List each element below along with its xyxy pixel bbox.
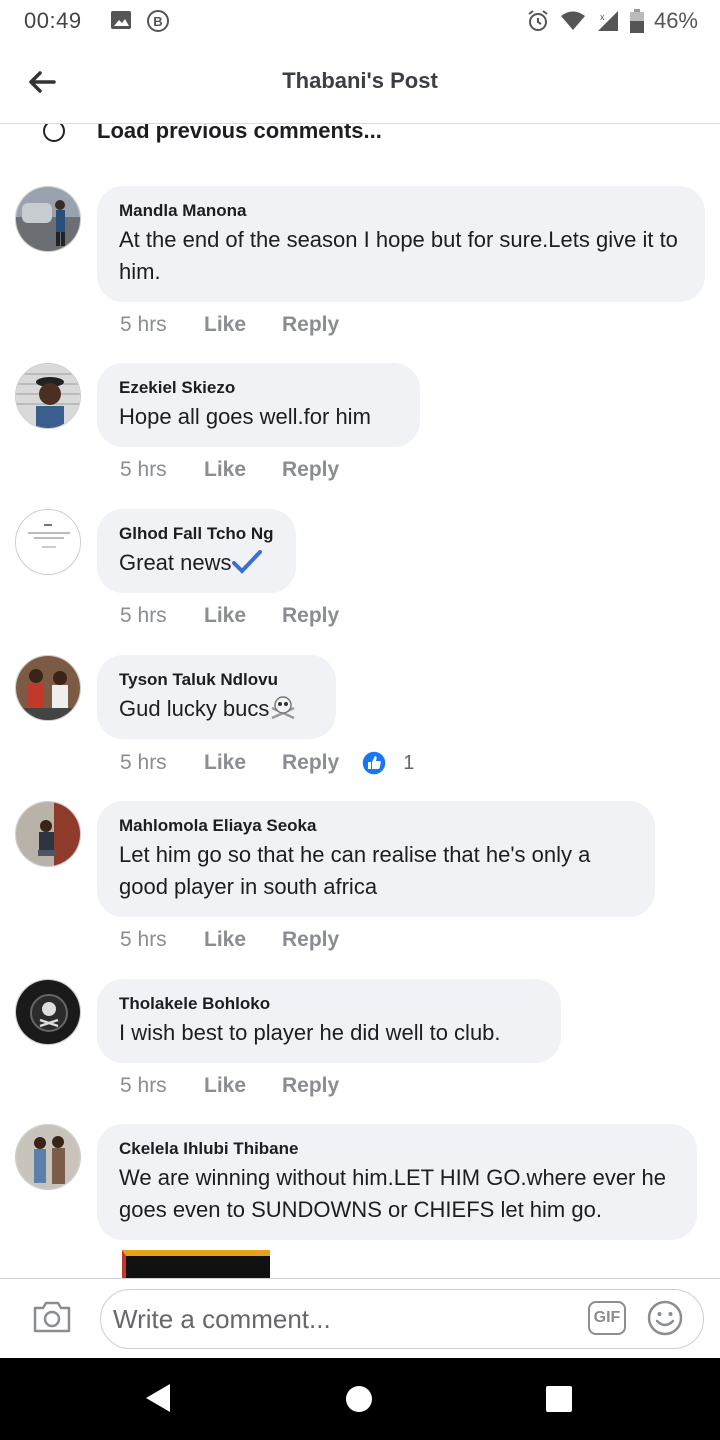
reaction-count: 1 — [403, 751, 415, 774]
comment-author[interactable]: Ckelela Ihlubi Thibane — [119, 1138, 675, 1160]
gif-button[interactable]: GIF — [588, 1301, 626, 1335]
comment-author[interactable]: Glhod Fall Tcho Ng — [119, 523, 274, 545]
battery-percent: 46% — [653, 8, 698, 33]
comment-text: Gud lucky bucs — [119, 693, 314, 725]
alarm-icon — [528, 10, 548, 31]
comment-time: 5 hrs — [120, 1074, 167, 1097]
comment-author[interactable]: Tyson Taluk Ndlovu — [119, 669, 314, 691]
image-icon — [111, 11, 131, 29]
comment-image-attachment[interactable] — [122, 1250, 270, 1278]
comment-actions: 5 hrs Like Reply — [120, 1074, 339, 1098]
avatar[interactable] — [15, 1124, 81, 1190]
avatar-photo-icon — [16, 802, 80, 866]
like-button[interactable]: Like — [204, 1074, 282, 1098]
b-badge-icon: B — [147, 10, 169, 32]
camera-icon — [33, 1301, 71, 1333]
app-bar: Thabani's Post — [0, 44, 720, 124]
avatar[interactable] — [15, 979, 81, 1045]
comment-actions: 5 hrs Like Reply — [120, 928, 339, 952]
comment-text: At the end of the season I hope but for … — [119, 227, 678, 284]
status-time: 00:49 — [24, 8, 82, 33]
status-right: x 46% — [526, 8, 698, 34]
reply-button[interactable]: Reply — [282, 313, 339, 337]
comment-author[interactable]: Ezekiel Skiezo — [119, 377, 398, 399]
comment-composer: GIF — [0, 1278, 720, 1358]
like-button[interactable]: Like — [204, 751, 282, 775]
loading-circle-icon — [43, 124, 65, 142]
comment-time: 5 hrs — [120, 751, 167, 774]
smiley-icon — [647, 1300, 683, 1336]
avatar-photo-icon — [16, 510, 80, 574]
avatar-photo-icon — [16, 656, 80, 720]
comment-time: 5 hrs — [120, 928, 167, 951]
comment-time: 5 hrs — [120, 458, 167, 481]
comment-time: 5 hrs — [120, 313, 167, 336]
skull-crossbones-icon — [271, 696, 295, 720]
nav-home-icon[interactable] — [346, 1386, 372, 1412]
comment-time: 5 hrs — [120, 604, 167, 627]
comment-author[interactable]: Mahlomola Eliaya Seoka — [119, 815, 633, 837]
nav-back-icon[interactable] — [144, 1382, 172, 1414]
reply-button[interactable]: Reply — [282, 928, 339, 952]
wifi-icon — [560, 11, 585, 30]
emoji-button[interactable] — [646, 1299, 684, 1337]
comment-text-content: Great news — [119, 550, 232, 575]
comment-actions: 5 hrs Like Reply — [120, 458, 339, 482]
comment-bubble[interactable]: Ckelela Ihlubi Thibane We are winning wi… — [97, 1124, 697, 1240]
avatar-photo-icon — [16, 187, 80, 251]
like-reaction-icon — [361, 750, 387, 776]
avatar-photo-icon — [16, 980, 80, 1044]
avatar[interactable] — [15, 509, 81, 575]
nav-recents-icon[interactable] — [546, 1386, 572, 1412]
load-previous-label: Load previous comments... — [97, 124, 382, 143]
system-nav-bar — [0, 1358, 720, 1440]
load-previous-comments[interactable]: Load previous comments... — [0, 124, 720, 148]
comment-text: Hope all goes well.for him — [119, 404, 371, 429]
like-button[interactable]: Like — [204, 458, 282, 482]
like-button[interactable]: Like — [204, 604, 282, 628]
avatar[interactable] — [15, 363, 81, 429]
avatar[interactable] — [15, 801, 81, 867]
comment-text: Great news — [119, 547, 274, 579]
comment-text-content: Gud lucky bucs — [119, 696, 270, 721]
comment-bubble[interactable]: Glhod Fall Tcho Ng Great news — [97, 509, 296, 593]
battery-icon — [629, 9, 644, 33]
comment-text: I wish best to player he did well to clu… — [119, 1020, 501, 1045]
comment-actions: 5 hrs Like Reply — [120, 604, 339, 628]
comment-bubble[interactable]: Mandla Manona At the end of the season I… — [97, 186, 705, 302]
reply-button[interactable]: Reply — [282, 751, 339, 775]
avatar-photo-icon — [16, 1125, 80, 1189]
checkmark-icon — [231, 550, 262, 574]
signal-icon: x — [597, 11, 618, 31]
avatar-photo-icon — [16, 364, 80, 428]
comment-text: We are winning without him.LET HIM GO.wh… — [119, 1165, 666, 1222]
comment-bubble[interactable]: Ezekiel Skiezo Hope all goes well.for hi… — [97, 363, 420, 447]
comment-bubble[interactable]: Tholakele Bohloko I wish best to player … — [97, 979, 561, 1063]
avatar[interactable] — [15, 655, 81, 721]
comment-actions: 5 hrs Like Reply 1 — [120, 750, 414, 776]
avatar[interactable] — [15, 186, 81, 252]
comment-text: Let him go so that he can realise that h… — [119, 842, 591, 899]
reply-button[interactable]: Reply — [282, 458, 339, 482]
comment-bubble[interactable]: Tyson Taluk Ndlovu Gud lucky bucs — [97, 655, 336, 739]
comment-actions: 5 hrs Like Reply — [120, 313, 339, 337]
comment-author[interactable]: Tholakele Bohloko — [119, 993, 539, 1015]
reply-button[interactable]: Reply — [282, 604, 339, 628]
svg-text:B: B — [153, 14, 162, 29]
reaction-summary[interactable]: 1 — [361, 750, 414, 776]
page-title: Thabani's Post — [282, 68, 438, 93]
like-button[interactable]: Like — [204, 928, 282, 952]
status-bar: 00:49 B x 46% — [0, 0, 720, 44]
reply-button[interactable]: Reply — [282, 1074, 339, 1098]
comments-feed[interactable]: Load previous comments... Mandla Manona … — [0, 124, 720, 1278]
camera-button[interactable] — [32, 1299, 72, 1339]
like-button[interactable]: Like — [204, 313, 282, 337]
comment-author[interactable]: Mandla Manona — [119, 200, 683, 222]
svg-text:x: x — [600, 12, 605, 22]
comment-bubble[interactable]: Mahlomola Eliaya Seoka Let him go so tha… — [97, 801, 655, 917]
